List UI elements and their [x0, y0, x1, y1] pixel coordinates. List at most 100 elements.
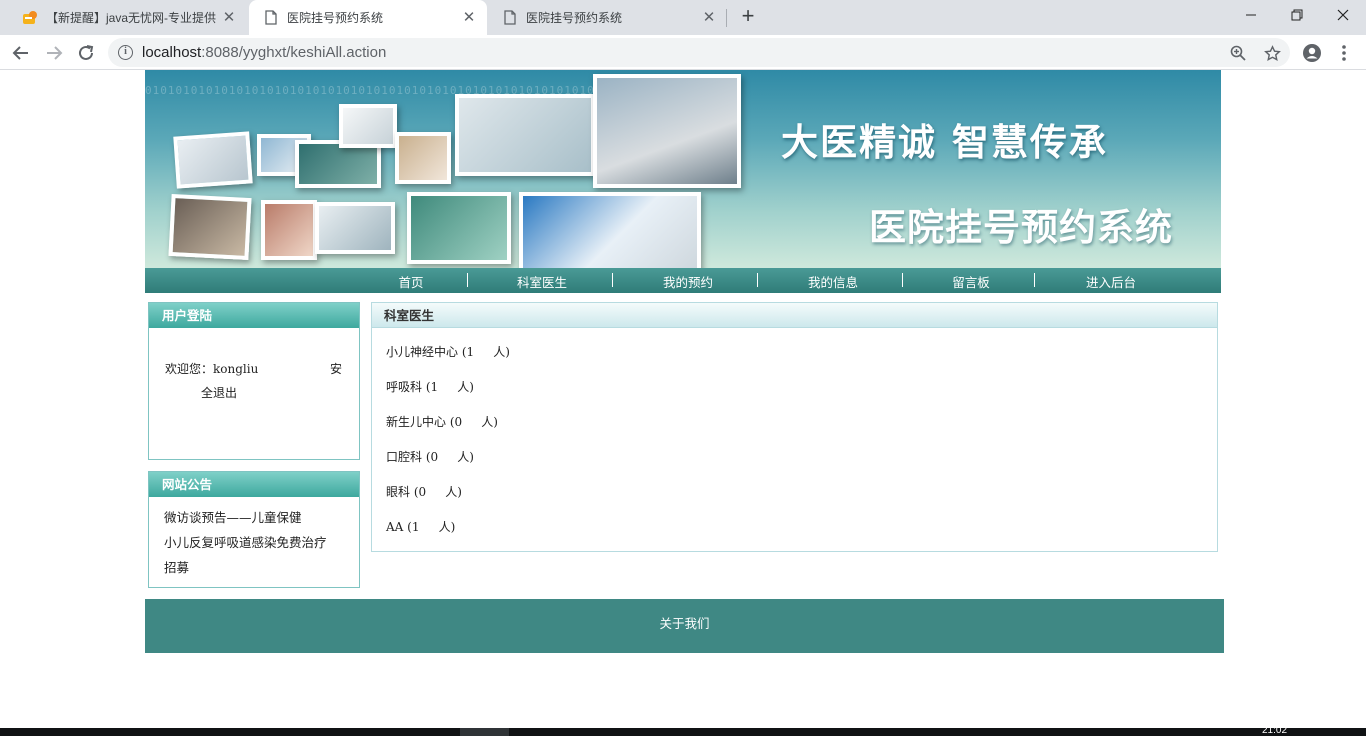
doctor-count: 0 — [430, 450, 439, 464]
new-tab-button[interactable]: + — [736, 5, 760, 29]
browser-tab-title: 医院挂号预约系统 — [526, 11, 623, 25]
department-name[interactable]: 新生儿中心 — [386, 415, 446, 429]
site-footer: 关于我们 — [145, 599, 1224, 653]
browser-toolbar: i localhost:8088/yyghxt/keshiAll.action — [0, 35, 1366, 70]
department-item[interactable]: 呼吸科 (1 人) — [386, 378, 1217, 413]
count-unit: 人 — [457, 380, 470, 394]
browser-tabstrip: 【新提醒】java无忧网-专业提供 ✕ 医院挂号预约系统 ✕ 医院挂号预约系统 … — [0, 0, 1366, 35]
os-taskbar: 21:02 — [0, 725, 1366, 736]
address-url[interactable]: localhost:8088/yyghxt/keshiAll.action — [142, 44, 386, 61]
tab-divider — [726, 9, 727, 27]
minimize-icon — [1246, 14, 1256, 16]
logout-link[interactable]: 全退出 — [201, 384, 237, 401]
browser-tab-title: 医院挂号预约系统 — [287, 11, 384, 25]
logout-link[interactable]: 安 — [330, 360, 342, 377]
nav-message-board[interactable]: 留言板 — [952, 272, 990, 291]
page-icon — [263, 10, 279, 26]
count-unit: 人 — [457, 450, 470, 464]
login-panel: 用户登陆 欢迎您：kongliu 安 全退出 — [148, 302, 360, 460]
notice-item[interactable]: 微访谈预告——儿童保健 — [164, 505, 359, 530]
banner-photo — [395, 132, 451, 184]
tab-close-icon[interactable]: ✕ — [701, 9, 717, 26]
bookmark-star-icon[interactable] — [1262, 43, 1282, 63]
nav-home[interactable]: 首页 — [398, 272, 423, 291]
arrow-right-icon — [47, 46, 63, 60]
banner-photo — [593, 74, 741, 188]
login-panel-title: 用户登陆 — [149, 303, 359, 328]
profile-button[interactable] — [1299, 40, 1325, 66]
nav-my-info[interactable]: 我的信息 — [808, 272, 858, 291]
department-name[interactable]: 眼科 — [386, 485, 410, 499]
arrow-left-icon — [12, 46, 28, 60]
count-unit: 人 — [445, 485, 458, 499]
taskbar-clock: 21:02 — [1262, 725, 1288, 736]
notice-item[interactable]: 招募 — [164, 555, 359, 580]
reload-icon — [79, 45, 94, 60]
page-icon — [502, 10, 518, 26]
site-favicon-icon — [22, 10, 38, 26]
welcome-text: 欢迎您：kongliu — [165, 362, 259, 376]
maximize-button[interactable] — [1274, 0, 1320, 30]
department-name[interactable]: 口腔科 — [386, 450, 422, 464]
count-unit: 人 — [438, 520, 451, 534]
account-icon — [1303, 44, 1321, 62]
forward-button[interactable] — [41, 40, 67, 66]
departments-panel: 科室医生 小儿神经中心 (1 人) 呼吸科 (1 人) 新生儿中心 (0 人) … — [371, 302, 1218, 552]
nav-separator — [902, 273, 903, 287]
department-list: 小儿神经中心 (1 人) 呼吸科 (1 人) 新生儿中心 (0 人) 口腔科 (… — [372, 328, 1217, 553]
count-unit: 人 — [481, 415, 494, 429]
site-banner: 0101010101010101010101010101010101010101… — [145, 70, 1221, 269]
browser-menu-button[interactable] — [1331, 40, 1357, 66]
banner-photo — [407, 192, 511, 264]
nav-departments[interactable]: 科室医生 — [517, 272, 567, 291]
nav-my-appointments[interactable]: 我的预约 — [663, 272, 713, 291]
banner-photo — [455, 94, 595, 176]
department-name[interactable]: 呼吸科 — [386, 380, 422, 394]
banner-photo — [168, 193, 252, 261]
doctor-count: 1 — [430, 380, 439, 394]
close-window-button[interactable] — [1320, 0, 1366, 30]
nav-separator — [757, 273, 758, 287]
departments-panel-title: 科室医生 — [372, 303, 1217, 328]
restore-icon — [1291, 9, 1303, 21]
notice-list: 微访谈预告——儿童保健 小儿反复呼吸道感染免费治疗 招募 — [149, 497, 359, 580]
taskbar-active-app[interactable] — [460, 728, 509, 736]
banner-photo — [315, 202, 395, 254]
back-button[interactable] — [8, 40, 34, 66]
doctor-count: 1 — [466, 345, 475, 359]
tab-close-icon[interactable]: ✕ — [221, 9, 237, 26]
department-item[interactable]: 眼科 (0 人) — [386, 483, 1217, 518]
nav-admin[interactable]: 进入后台 — [1086, 272, 1136, 291]
minimize-button[interactable] — [1228, 0, 1274, 30]
department-item[interactable]: 口腔科 (0 人) — [386, 448, 1217, 483]
banner-slogan: 大医精诚 智慧传承 — [781, 121, 1108, 164]
reload-button[interactable] — [73, 40, 99, 66]
doctor-count: 0 — [418, 485, 427, 499]
banner-photo — [261, 200, 317, 260]
about-us-link[interactable]: 关于我们 — [659, 616, 709, 631]
banner-photo — [173, 131, 253, 189]
department-item[interactable]: 新生儿中心 (0 人) — [386, 413, 1217, 448]
department-name[interactable]: AA — [386, 520, 403, 534]
notice-item[interactable]: 小儿反复呼吸道感染免费治疗 — [164, 530, 359, 555]
main-nav: 首页 科室医生 我的预约 我的信息 留言板 进入后台 — [145, 268, 1221, 293]
browser-tab-title: 【新提醒】java无忧网-专业提供 — [46, 11, 217, 25]
browser-tab-3[interactable]: 医院挂号预约系统 ✕ — [488, 0, 727, 35]
close-icon — [1337, 9, 1349, 21]
tab-close-icon[interactable]: ✕ — [461, 9, 477, 26]
browser-tab-1[interactable]: 【新提醒】java无忧网-专业提供 ✕ — [8, 0, 247, 35]
nav-separator — [612, 273, 613, 287]
department-item[interactable]: 小儿神经中心 (1 人) — [386, 343, 1217, 378]
more-vert-icon — [1342, 45, 1346, 61]
department-name[interactable]: 小儿神经中心 — [386, 345, 458, 359]
banner-system-title: 医院挂号预约系统 — [869, 206, 1173, 249]
browser-tab-2[interactable]: 医院挂号预约系统 ✕ — [249, 0, 487, 35]
info-icon[interactable]: i — [118, 45, 133, 60]
banner-photo — [519, 192, 701, 269]
zoom-icon[interactable] — [1228, 43, 1248, 63]
login-panel-body: 欢迎您：kongliu 安 全退出 — [149, 328, 359, 458]
department-item[interactable]: AA (1 人) — [386, 518, 1217, 553]
doctor-count: 1 — [411, 520, 420, 534]
address-bar[interactable]: i localhost:8088/yyghxt/keshiAll.action — [108, 38, 1290, 67]
doctor-count: 0 — [454, 415, 463, 429]
